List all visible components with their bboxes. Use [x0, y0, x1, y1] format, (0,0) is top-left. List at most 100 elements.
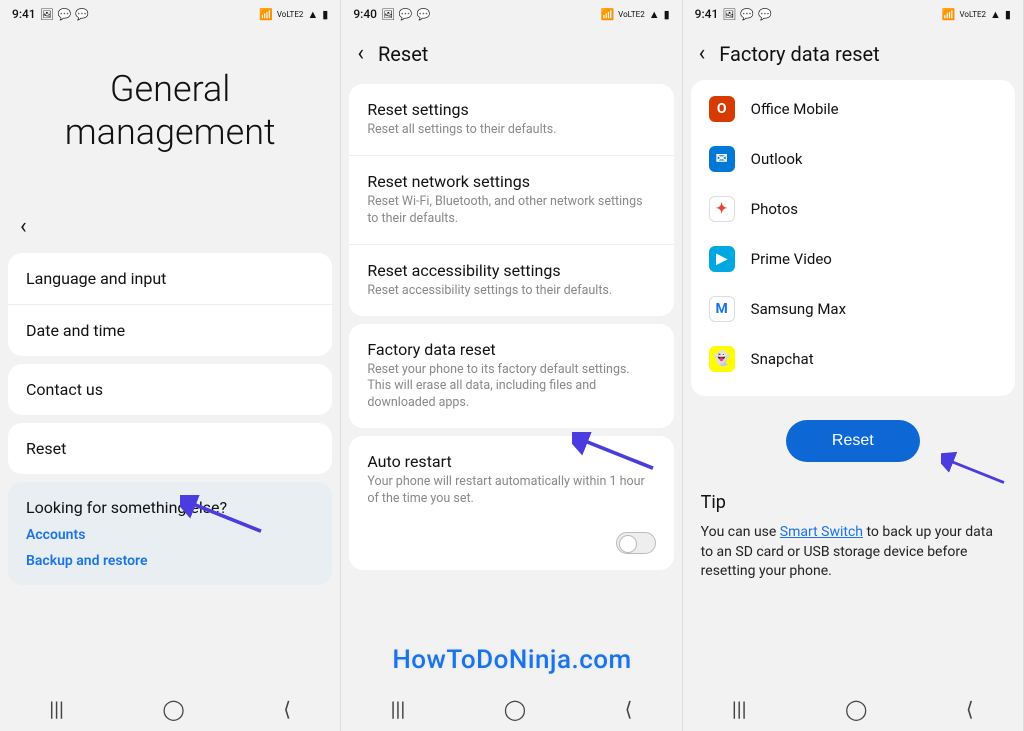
app-icon: O — [709, 96, 735, 122]
nav-home-icon[interactable]: ◯ — [504, 697, 526, 721]
row-contact-us[interactable]: Contact us — [8, 364, 332, 415]
screen-reset: 9:40 🖼 💬 💬 📶 VoLTE2 ▲ ▮ ‹ Reset Reset se… — [341, 0, 682, 731]
row-auto-restart[interactable]: Auto restart Your phone will restart aut… — [349, 436, 673, 524]
volte-icon: VoLTE2 — [618, 10, 645, 19]
app-icon: ✦ — [709, 196, 735, 222]
row-date-and-time[interactable]: Date and time — [8, 305, 332, 356]
whatsapp-icon: 💬 — [740, 8, 754, 21]
header: ‹ Factory data reset — [683, 28, 1023, 80]
page-title: Reset — [378, 42, 428, 66]
row-sub: Reset Wi-Fi, Bluetooth, and other networ… — [367, 194, 655, 228]
back-button[interactable]: ‹ — [0, 204, 340, 249]
app-label: Outlook — [751, 150, 803, 168]
toggle-row — [349, 524, 673, 570]
app-list: O Office Mobile ✉ Outlook ✦ Photos ▶ Prime Vide… — [691, 80, 1015, 396]
screen-general-management: 9:41 🖼 💬 💬 📶 VoLTE2 ▲ ▮ General manageme… — [0, 0, 341, 731]
row-label: Reset network settings — [367, 172, 655, 191]
auto-restart-toggle[interactable] — [616, 532, 656, 554]
signal-icon: ▲ — [990, 8, 1001, 21]
row-reset[interactable]: Reset — [8, 423, 332, 474]
link-accounts[interactable]: Accounts — [26, 527, 314, 543]
row-label: Language and input — [26, 269, 314, 288]
page-title: Factory data reset — [719, 42, 879, 66]
signal-icon: ▲ — [649, 8, 660, 21]
app-row: M Samsung Max — [691, 284, 1015, 334]
app-row: 👻 Snapchat — [691, 334, 1015, 384]
app-row: ▶ Prime Video — [691, 234, 1015, 284]
volte-icon: VoLTE2 — [277, 10, 304, 19]
nav-back-icon[interactable]: ⟨ — [966, 697, 974, 721]
search-heading: Looking for something else? — [26, 498, 314, 517]
nav-bar: ||| ◯ ⟨ — [341, 687, 681, 731]
reset-button[interactable]: Reset — [786, 420, 920, 462]
whatsapp-icon: 💬 — [399, 8, 413, 21]
back-button[interactable]: ‹ — [699, 43, 706, 65]
row-label: Reset accessibility settings — [367, 261, 655, 280]
row-reset-network-settings[interactable]: Reset network settings Reset Wi-Fi, Blue… — [349, 156, 673, 245]
app-row: O Office Mobile — [691, 84, 1015, 134]
notif-icon: 🖼 — [381, 8, 395, 21]
row-label: Date and time — [26, 321, 314, 340]
search-card: Looking for something else? Accounts Bac… — [8, 482, 332, 585]
settings-card-1: Language and input Date and time — [8, 253, 332, 356]
status-bar: 9:41 🖼 💬 💬 📶 VoLTE2 ▲ ▮ — [0, 0, 340, 28]
app-row: ✉ Outlook — [691, 134, 1015, 184]
nav-home-icon[interactable]: ◯ — [845, 697, 867, 721]
nav-bar: ||| ◯ ⟨ — [0, 687, 340, 731]
whatsapp-icon: 💬 — [758, 8, 772, 21]
app-icon: ▶ — [709, 246, 735, 272]
app-label: Office Mobile — [751, 100, 839, 118]
battery-icon: ▮ — [1005, 8, 1011, 21]
row-sub: Your phone will restart automatically wi… — [367, 474, 655, 508]
row-label: Reset settings — [367, 100, 655, 119]
row-language-and-input[interactable]: Language and input — [8, 253, 332, 305]
nav-recents-icon[interactable]: ||| — [732, 697, 747, 721]
app-icon: 👻 — [709, 346, 735, 372]
status-bar: 9:41 🖼 💬 💬 📶 VoLTE2 ▲ ▮ — [683, 0, 1023, 28]
header: ‹ Reset — [341, 28, 681, 80]
wifi-icon: 📶 — [259, 8, 273, 21]
page-title: General management — [0, 28, 340, 204]
row-label: Factory data reset — [367, 340, 655, 359]
status-bar: 9:40 🖼 💬 💬 📶 VoLTE2 ▲ ▮ — [341, 0, 681, 28]
nav-recents-icon[interactable]: ||| — [49, 697, 64, 721]
row-reset-settings[interactable]: Reset settings Reset all settings to the… — [349, 84, 673, 156]
nav-bar: ||| ◯ ⟨ — [683, 687, 1023, 731]
settings-card-3: Reset — [8, 423, 332, 474]
reset-card-3: Auto restart Your phone will restart aut… — [349, 436, 673, 570]
row-label: Auto restart — [367, 452, 655, 471]
notif-icon: 🖼 — [722, 8, 736, 21]
status-time: 9:41 — [12, 7, 36, 21]
app-label: Photos — [751, 200, 798, 218]
nav-back-icon[interactable]: ⟨ — [625, 697, 633, 721]
app-label: Prime Video — [751, 250, 832, 268]
volte-icon: VoLTE2 — [960, 10, 987, 19]
link-backup-restore[interactable]: Backup and restore — [26, 553, 314, 569]
notif-icon: 🖼 — [40, 8, 54, 21]
row-factory-data-reset[interactable]: Factory data reset Reset your phone to i… — [349, 324, 673, 429]
row-sub: Reset your phone to its factory default … — [367, 362, 655, 413]
tip-body: You can use Smart Switch to back up your… — [701, 523, 1005, 582]
status-time: 9:40 — [353, 7, 377, 21]
wifi-icon: 📶 — [942, 8, 956, 21]
smart-switch-link[interactable]: Smart Switch — [780, 524, 863, 540]
settings-card-2: Contact us — [8, 364, 332, 415]
whatsapp-icon: 💬 — [417, 8, 431, 21]
battery-icon: ▮ — [664, 8, 670, 21]
tip-heading: Tip — [701, 492, 1005, 513]
nav-back-icon[interactable]: ⟨ — [283, 697, 291, 721]
row-reset-accessibility-settings[interactable]: Reset accessibility settings Reset acces… — [349, 245, 673, 316]
reset-card-1: Reset settings Reset all settings to the… — [349, 84, 673, 316]
app-icon: ✉ — [709, 146, 735, 172]
app-label: Snapchat — [751, 350, 814, 368]
tip-section: Tip You can use Smart Switch to back up … — [683, 472, 1023, 592]
nav-recents-icon[interactable]: ||| — [391, 697, 406, 721]
back-button[interactable]: ‹ — [357, 43, 364, 65]
reset-card-2: Factory data reset Reset your phone to i… — [349, 324, 673, 429]
app-row: ✦ Photos — [691, 184, 1015, 234]
whatsapp-icon: 💬 — [58, 8, 72, 21]
app-label: Samsung Max — [751, 300, 846, 318]
app-icon: M — [709, 296, 735, 322]
status-time: 9:41 — [695, 7, 719, 21]
nav-home-icon[interactable]: ◯ — [162, 697, 184, 721]
